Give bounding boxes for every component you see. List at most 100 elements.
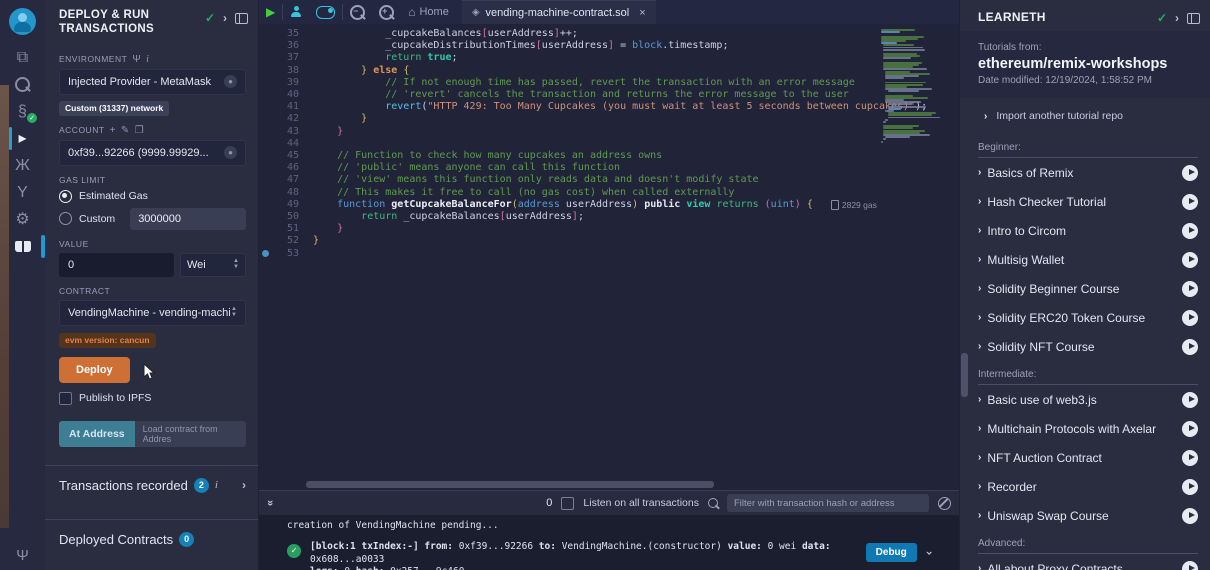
zoom-in-button[interactable]: +: [372, 0, 401, 24]
tutorial-item[interactable]: ›NFT Auction Contract: [978, 443, 1198, 472]
breakpoint-gutter[interactable]: [259, 150, 271, 162]
tutorial-item[interactable]: ›Solidity NFT Course: [978, 332, 1198, 361]
horizontal-scrollbar[interactable]: [259, 481, 959, 488]
estimated-gas-option[interactable]: Estimated Gas: [59, 190, 246, 203]
breakpoint-gutter[interactable]: [259, 126, 271, 138]
copy-account-icon[interactable]: ❐: [135, 125, 144, 136]
deploy-button[interactable]: Deploy: [59, 357, 130, 383]
transaction-row[interactable]: ✓ [block:1 txIndex:-] from: 0xf39...9226…: [287, 541, 959, 570]
play-tutorial-button[interactable]: [1182, 252, 1198, 268]
breakpoint-gutter[interactable]: [259, 248, 271, 260]
code-line[interactable]: 40 // 'revert' cancels the transaction a…: [259, 89, 881, 101]
expand-panel-icon[interactable]: ›: [1175, 11, 1179, 25]
tutorial-item[interactable]: ›Solidity Beginner Course: [978, 274, 1198, 303]
tutorial-item[interactable]: ›Intro to Circom: [978, 216, 1198, 245]
breakpoint-gutter[interactable]: [259, 113, 271, 125]
breakpoint-gutter[interactable]: [259, 174, 271, 186]
breakpoint-gutter[interactable]: [259, 235, 271, 247]
play-tutorial-button[interactable]: [1182, 561, 1198, 570]
file-tab[interactable]: ◈ vending-machine-contract.sol ×: [462, 0, 656, 25]
close-tab-icon[interactable]: ×: [639, 7, 645, 19]
import-repo-row[interactable]: › Import another tutorial repo: [960, 98, 1210, 132]
code-editor[interactable]: 35 _cupcakeBalances[userAddress]++;36 _c…: [259, 24, 959, 490]
scrollbar-thumb[interactable]: [306, 481, 714, 488]
breakpoint-gutter[interactable]: [259, 138, 271, 150]
breakpoint-gutter[interactable]: [259, 199, 271, 211]
add-account-icon[interactable]: +: [110, 125, 116, 136]
environment-select[interactable]: Injected Provider - MetaMask●: [59, 69, 246, 95]
code-line[interactable]: 53: [259, 248, 881, 260]
zoom-out-button[interactable]: −: [343, 0, 372, 24]
ai-toggle[interactable]: [309, 0, 342, 24]
play-tutorial-button[interactable]: [1182, 194, 1198, 210]
file-explorer-icon[interactable]: ⧉: [0, 44, 45, 71]
breakpoint-gutter[interactable]: [259, 52, 271, 64]
breakpoint-gutter[interactable]: [259, 101, 271, 113]
code-line[interactable]: 44: [259, 138, 881, 150]
code-line[interactable]: 48 // This makes it free to call (no gas…: [259, 187, 881, 199]
tutorial-item[interactable]: ›All about Proxy Contracts: [978, 554, 1198, 570]
code-line[interactable]: 47 // 'view' means this function only re…: [259, 174, 881, 186]
value-unit-select[interactable]: Wei▲▼: [180, 253, 246, 277]
breakpoint-gutter[interactable]: [259, 28, 271, 40]
plug-icon[interactable]: Ψ: [132, 54, 141, 65]
play-tutorial-button[interactable]: [1182, 450, 1198, 466]
play-tutorial-button[interactable]: [1182, 392, 1198, 408]
edit-account-icon[interactable]: ✎: [121, 125, 130, 136]
breakpoint-gutter[interactable]: [259, 187, 271, 199]
code-line[interactable]: 51 }: [259, 223, 881, 235]
tutorial-item[interactable]: ›Multisig Wallet: [978, 245, 1198, 274]
breakpoint-gutter[interactable]: [259, 223, 271, 235]
value-input[interactable]: 0: [59, 253, 174, 277]
breakpoint-gutter[interactable]: [259, 40, 271, 52]
run-script-button[interactable]: ▶: [259, 0, 282, 24]
collapse-terminal-icon[interactable]: »: [264, 500, 276, 506]
breakpoint-gutter[interactable]: [259, 211, 271, 223]
code-line[interactable]: 50 return _cupcakeBalances[userAddress];: [259, 211, 881, 223]
account-select[interactable]: 0xf39...92266 (9999.99929...●: [59, 140, 246, 166]
pin-panel-icon[interactable]: [1187, 13, 1200, 24]
pin-panel-icon[interactable]: [235, 13, 248, 24]
editor-minimap[interactable]: [881, 29, 951, 145]
play-tutorial-button[interactable]: [1182, 479, 1198, 495]
play-tutorial-button[interactable]: [1182, 310, 1198, 326]
custom-gas-option[interactable]: Custom3000000: [59, 208, 246, 230]
code-line[interactable]: 38 } else {: [259, 65, 881, 77]
clear-console-icon[interactable]: [938, 497, 951, 510]
breakpoint-gutter[interactable]: [259, 162, 271, 174]
tutorial-item[interactable]: ›Basics of Remix: [978, 158, 1198, 187]
tutorial-item[interactable]: ›Hash Checker Tutorial: [978, 187, 1198, 216]
breakpoint-gutter[interactable]: [259, 89, 271, 101]
code-line[interactable]: 39 // If not enough time has passed, rev…: [259, 77, 881, 89]
code-line[interactable]: 37 return true;: [259, 52, 881, 64]
tutorial-item[interactable]: ›Recorder: [978, 472, 1198, 501]
code-line[interactable]: 43 }: [259, 126, 881, 138]
play-tutorial-button[interactable]: [1182, 165, 1198, 181]
terminal-output[interactable]: creation of VendingMachine pending... ✓ …: [259, 515, 959, 570]
breakpoint-gutter[interactable]: [259, 77, 271, 89]
code-line[interactable]: 42 }: [259, 113, 881, 125]
code-line[interactable]: 52}: [259, 235, 881, 247]
transactions-recorded-section[interactable]: Transactions recorded 2 i ›: [45, 465, 258, 505]
info-icon[interactable]: i: [146, 54, 149, 65]
remix-logo-icon[interactable]: [8, 6, 38, 36]
code-line[interactable]: 46 // 'public' means anyone can call thi…: [259, 162, 881, 174]
custom-gas-input[interactable]: 3000000: [130, 208, 246, 230]
plugin-manager-icon[interactable]: Ψ: [0, 547, 45, 564]
debug-button[interactable]: Debug: [866, 543, 917, 562]
expand-panel-icon[interactable]: ›: [223, 11, 227, 25]
play-tutorial-button[interactable]: [1182, 508, 1198, 524]
panel-scrollbar-thumb[interactable]: [961, 353, 968, 397]
code-line[interactable]: 45 // Function to check how many cupcake…: [259, 150, 881, 162]
at-address-input[interactable]: Load contract from Addres: [135, 421, 246, 447]
play-tutorial-button[interactable]: [1182, 339, 1198, 355]
at-address-button[interactable]: At Address: [59, 421, 135, 447]
tutorial-item[interactable]: ›Basic use of web3.js: [978, 385, 1198, 414]
expand-transactions-icon[interactable]: ›: [242, 478, 246, 492]
publish-ipfs-option[interactable]: Publish to IPFS: [59, 392, 246, 405]
play-tutorial-button[interactable]: [1182, 281, 1198, 297]
code-line[interactable]: 41 revert("HTTP 429: Too Many Cupcakes (…: [259, 101, 881, 113]
home-tab[interactable]: ⌂Home: [401, 0, 456, 24]
tutorial-item[interactable]: ›Uniswap Swap Course: [978, 501, 1198, 530]
breakpoint-gutter[interactable]: [259, 65, 271, 77]
